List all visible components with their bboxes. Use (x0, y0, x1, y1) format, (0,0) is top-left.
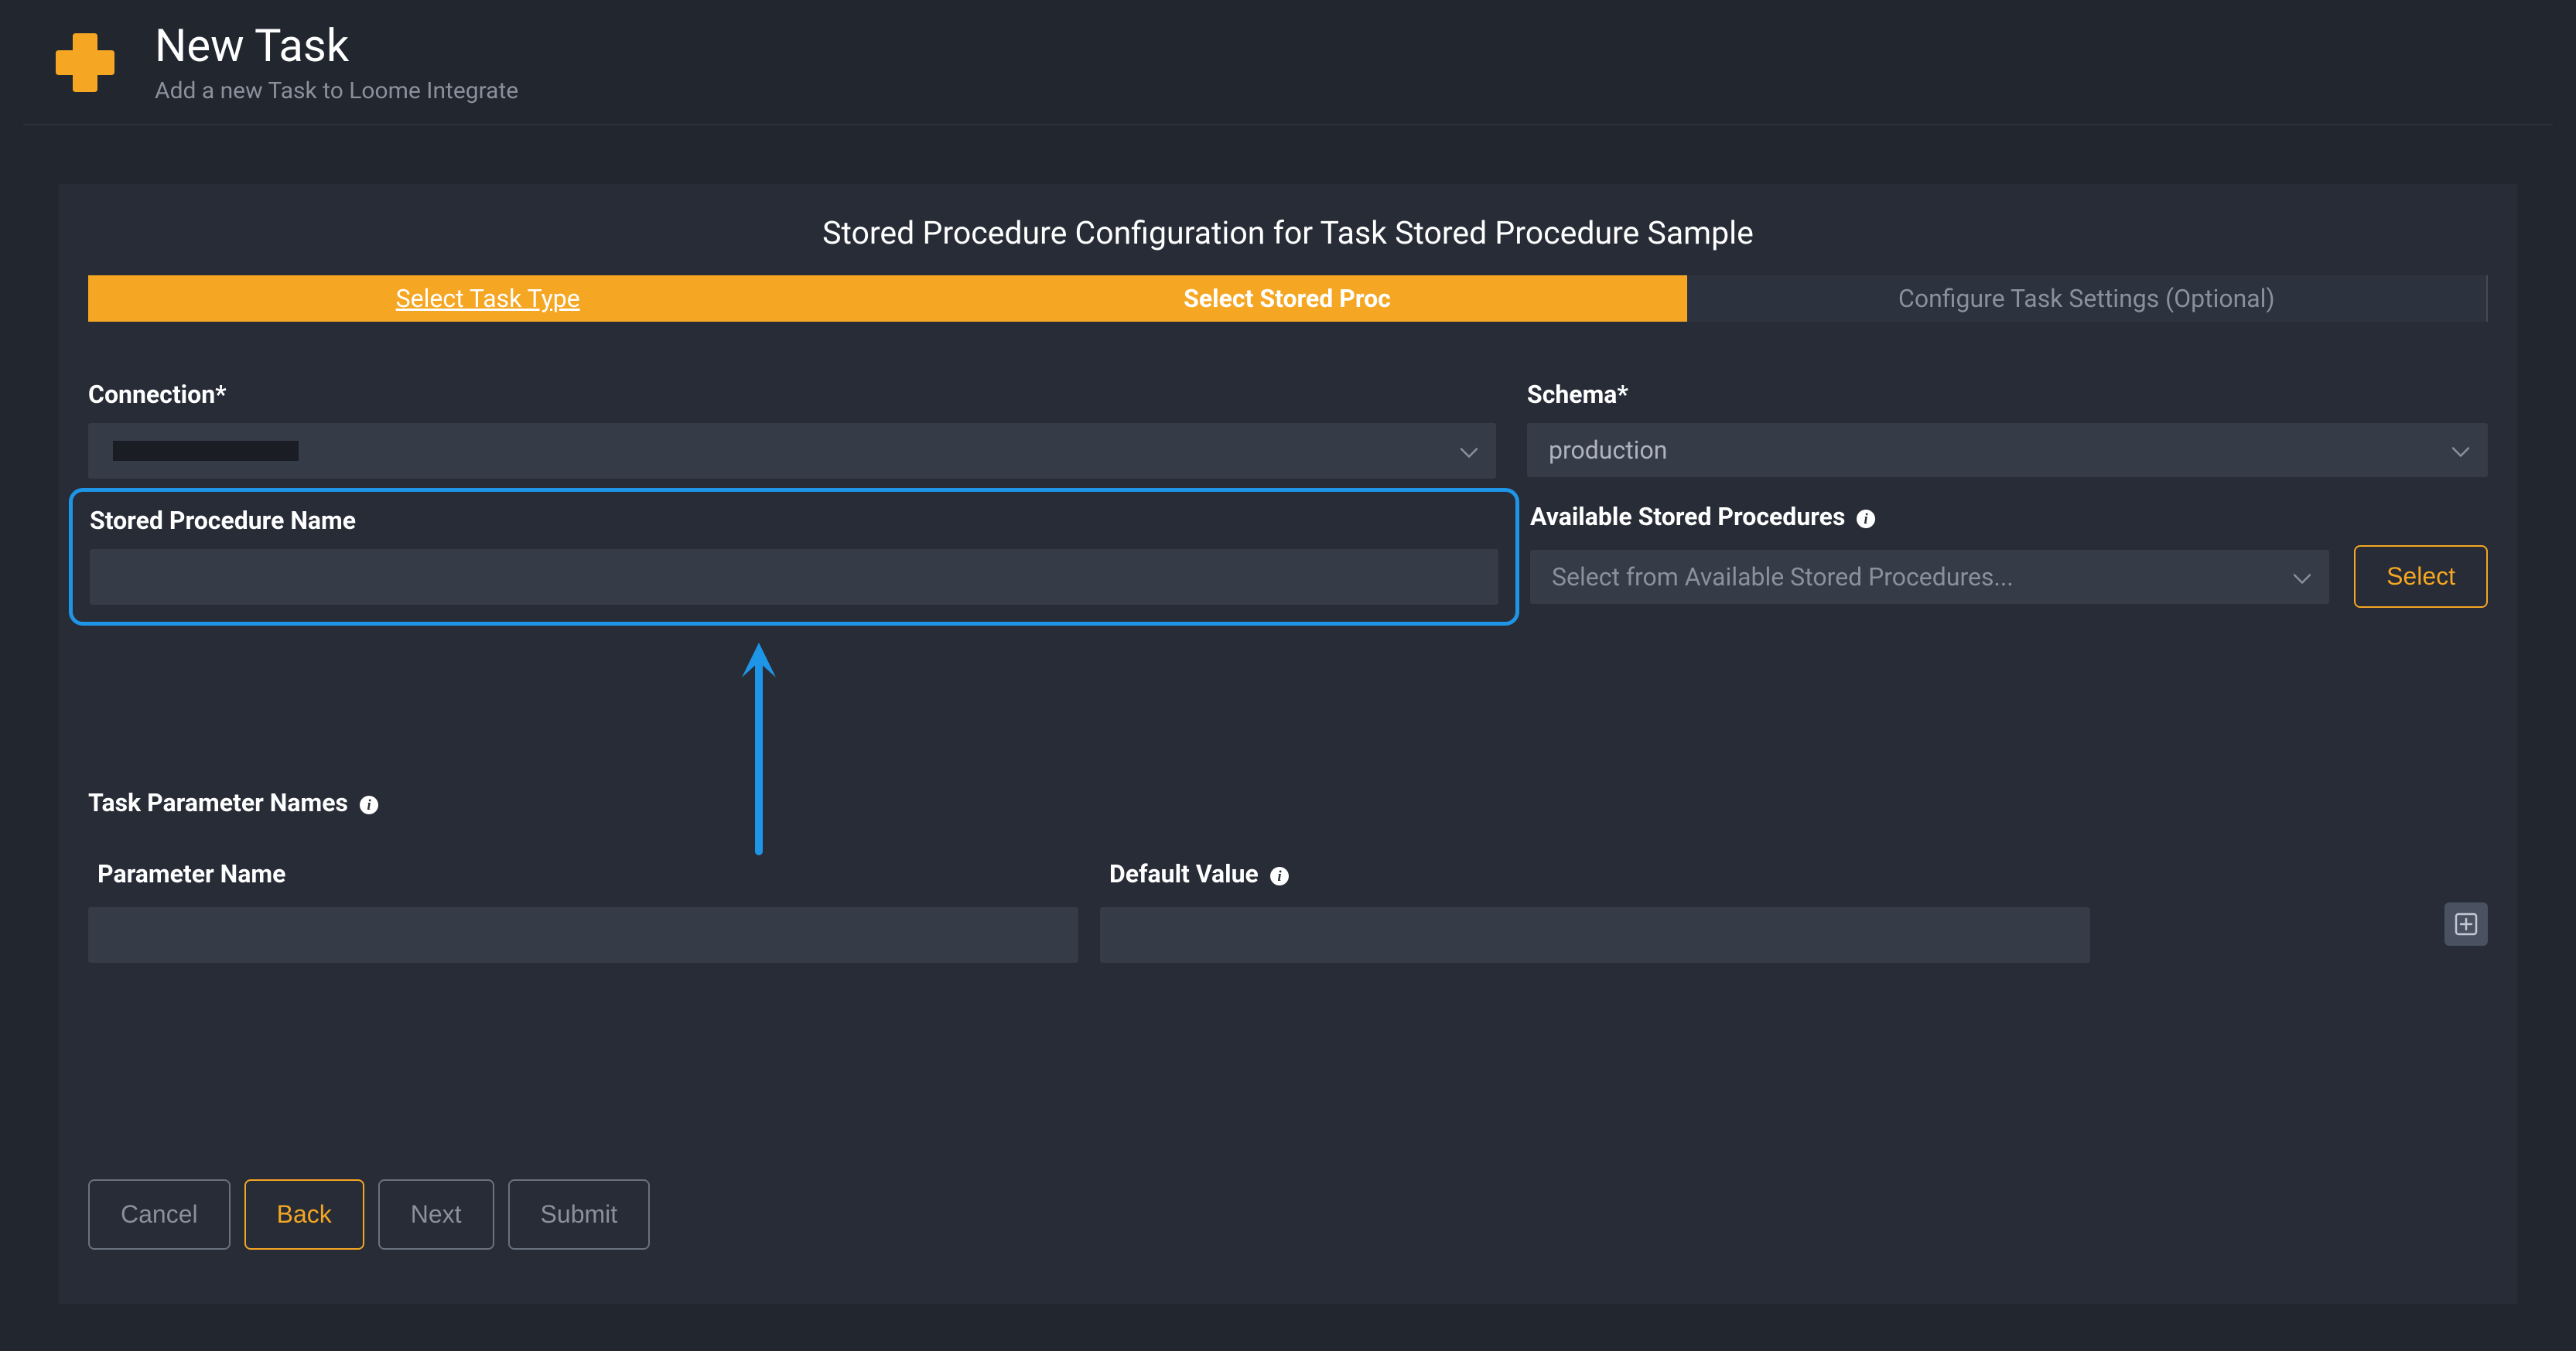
connection-group: Connection* (88, 380, 1496, 479)
info-icon: i (359, 795, 379, 815)
connection-select[interactable] (88, 423, 1496, 479)
add-param-button[interactable] (2444, 902, 2488, 946)
available-procs-label: Available Stored Procedures i (1530, 502, 2488, 531)
available-procs-group: Available Stored Procedures i Select fro… (1530, 488, 2488, 608)
schema-group: Schema* production (1527, 380, 2488, 479)
tab-configure-settings[interactable]: Configure Task Settings (Optional) (1687, 275, 2488, 322)
default-value-input[interactable] (1100, 907, 2090, 963)
stored-proc-name-label: Stored Procedure Name (90, 506, 1498, 535)
param-name-input[interactable] (88, 907, 1078, 963)
svg-text:i: i (1864, 511, 1869, 527)
select-button[interactable]: Select (2354, 545, 2488, 608)
header-text: New Task Add a new Task to Loome Integra… (155, 20, 518, 104)
plus-square-icon (2455, 913, 2478, 936)
default-value-col: Default Value i (1100, 859, 2090, 963)
action-buttons: Cancel Back Next Submit (59, 1179, 2517, 1250)
svg-text:i: i (367, 797, 371, 814)
page-subtitle: Add a new Task to Loome Integrate (155, 77, 518, 104)
cancel-button[interactable]: Cancel (88, 1179, 231, 1250)
info-icon: i (1856, 509, 1876, 529)
stored-proc-name-group: Stored Procedure Name (90, 506, 1498, 605)
param-name-col: Parameter Name (88, 859, 1078, 963)
connection-redacted-value (113, 441, 299, 461)
panel-title: Stored Procedure Configuration for Task … (59, 215, 2517, 252)
tab-select-task-type[interactable]: Select Task Type (88, 275, 887, 322)
default-value-label: Default Value i (1100, 859, 2090, 889)
schema-label: Schema* (1527, 380, 2488, 409)
tab-select-stored-proc[interactable]: Select Stored Proc (887, 275, 1686, 322)
back-button[interactable]: Back (244, 1179, 364, 1250)
svg-text:i: i (1277, 868, 1282, 885)
stored-proc-name-input[interactable] (90, 549, 1498, 605)
next-button[interactable]: Next (378, 1179, 494, 1250)
connection-label: Connection* (88, 380, 1496, 409)
param-name-label: Parameter Name (88, 859, 1078, 889)
stored-proc-highlight: Stored Procedure Name (69, 488, 1519, 626)
schema-select[interactable]: production (1527, 423, 2488, 477)
available-procs-select[interactable]: Select from Available Stored Procedures.… (1530, 550, 2329, 604)
params-section-label: Task Parameter Names i (88, 788, 2488, 817)
params-section: Task Parameter Names i Parameter Name De… (59, 788, 2517, 963)
plus-icon (46, 24, 124, 101)
page-header: New Task Add a new Task to Loome Integra… (0, 0, 2576, 125)
info-icon: i (1269, 866, 1290, 886)
submit-button[interactable]: Submit (508, 1179, 651, 1250)
main-panel: Stored Procedure Configuration for Task … (59, 184, 2517, 1304)
page-title: New Task (155, 20, 518, 73)
wizard-tabs: Select Task Type Select Stored Proc Conf… (88, 275, 2488, 322)
